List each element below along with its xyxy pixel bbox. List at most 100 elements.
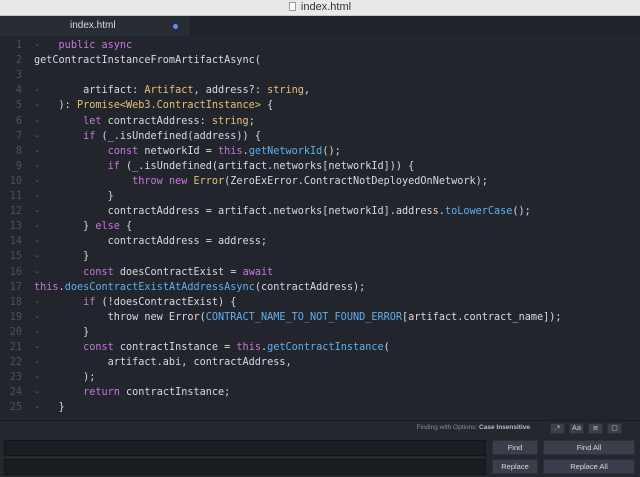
find-replace-panel: Finding with Options: Case Insensitive .… xyxy=(0,420,640,477)
code-token: (); xyxy=(512,206,531,218)
code-token: { xyxy=(119,221,133,233)
code-text: if (!doesContractExist) { xyxy=(34,295,236,310)
code-token: doesContractExist = xyxy=(113,266,243,278)
code-line[interactable]: 4- artifact: Artifact, address?: string, xyxy=(0,83,640,98)
line-number: 20 xyxy=(9,326,22,338)
line-number: 17 xyxy=(9,281,22,293)
code-line[interactable]: 13- } else { xyxy=(0,219,640,234)
line-number: 3 xyxy=(15,70,22,82)
regex-toggle-icon[interactable]: .* xyxy=(550,423,565,434)
code-token: } xyxy=(34,326,90,338)
find-options-row: Finding with Options: Case Insensitive .… xyxy=(0,421,640,437)
code-line[interactable]: 21- const contractInstance = this.getCon… xyxy=(0,340,640,355)
code-token: Artifact xyxy=(144,85,194,97)
code-token: if xyxy=(107,160,120,172)
code-text: let contractAddress: string; xyxy=(34,114,255,129)
line-number: 21 xyxy=(9,342,22,353)
code-line[interactable]: 17 this.doesContractExistAtAddressAsync(c… xyxy=(0,280,640,295)
code-line[interactable]: 10- throw new Error(ZeroExError.Contract… xyxy=(0,174,640,189)
code-text: contractAddress = address; xyxy=(34,234,267,249)
code-line[interactable]: 14- contractAddress = address; xyxy=(0,234,640,249)
line-number: 18 xyxy=(9,296,22,308)
find-button[interactable]: Find xyxy=(492,440,538,455)
modified-dot-icon[interactable] xyxy=(173,24,178,29)
code-token: public async xyxy=(58,40,133,51)
code-token: (_.isUndefined(artifact.networks[network… xyxy=(119,160,415,172)
title-bar: index.html xyxy=(0,0,640,16)
code-token: ( xyxy=(383,342,390,353)
case-sensitive-toggle-icon[interactable]: Aa xyxy=(569,423,584,434)
code-token: artifact: xyxy=(34,85,145,97)
code-text: } xyxy=(34,189,114,204)
replace-all-button[interactable]: Replace All xyxy=(543,459,635,474)
find-input[interactable] xyxy=(4,440,486,456)
code-text: getContractInstanceFromArtifactAsync( xyxy=(34,53,261,68)
code-token: (); xyxy=(322,145,341,157)
code-token: getNetworkId xyxy=(248,145,323,157)
code-line[interactable]: 18- if (!doesContractExist) { xyxy=(0,295,640,310)
find-options-label: Finding with Options: Case Insensitive xyxy=(416,424,530,431)
code-text: artifact.abi, contractAddress, xyxy=(34,355,292,370)
code-line[interactable]: 1- public async xyxy=(0,38,640,53)
file-icon xyxy=(288,2,296,11)
code-text: if (_.isUndefined(address)) { xyxy=(34,129,261,144)
code-line[interactable]: 23- ); xyxy=(0,370,640,385)
code-line[interactable]: 5- ): Promise<Web3.ContractInstance> { xyxy=(0,98,640,113)
code-line[interactable]: 19- throw new Error(CONTRACT_NAME_TO_NOT… xyxy=(0,310,640,325)
code-text: ): Promise<Web3.ContractInstance> { xyxy=(34,98,274,113)
window-title: index.html xyxy=(0,1,640,13)
code-line[interactable]: 3 xyxy=(0,68,640,83)
code-line[interactable]: 2 getContractInstanceFromArtifactAsync( xyxy=(0,53,640,68)
code-token: const xyxy=(83,342,114,353)
line-number: 15 xyxy=(9,251,22,263)
code-line[interactable]: 25- } xyxy=(0,400,640,415)
code-editor[interactable]: 1- public async 2 getContractInstanceFromA… xyxy=(0,36,640,420)
code-line[interactable]: 7- if (_.isUndefined(address)) { xyxy=(0,129,640,144)
code-token: (ZeroExError.ContractNotDeployedOnNetwor… xyxy=(224,175,488,187)
code-text: } xyxy=(34,249,89,264)
line-number: 11 xyxy=(9,191,22,202)
code-line[interactable]: 22- artifact.abi, contractAddress, xyxy=(0,355,640,370)
code-token: throw new xyxy=(132,175,188,187)
code-line[interactable]: 20- } xyxy=(0,325,640,340)
code-line[interactable]: 9- if (_.isUndefined(artifact.networks[n… xyxy=(0,159,640,174)
code-text: } else { xyxy=(34,219,132,234)
code-text: } xyxy=(34,325,89,340)
code-line[interactable]: 6- let contractAddress: string; xyxy=(0,114,640,129)
code-token: contractInstance; xyxy=(119,387,231,399)
code-token: (_.isUndefined(address)) { xyxy=(95,130,261,142)
code-text: const doesContractExist = await xyxy=(34,265,273,280)
line-number: 7 xyxy=(15,130,22,142)
replace-input[interactable] xyxy=(4,459,486,475)
code-token: (!doesContractExist) { xyxy=(95,296,237,308)
find-all-button[interactable]: Find All xyxy=(543,440,635,455)
line-number: 13 xyxy=(9,221,22,233)
in-selection-toggle-icon[interactable]: ▢ xyxy=(607,423,622,434)
code-token: CONTRACT_NAME_TO_NOT_FOUND_ERROR xyxy=(205,311,403,323)
code-line[interactable]: 11- } xyxy=(0,189,640,204)
replace-button[interactable]: Replace xyxy=(492,459,538,474)
code-line[interactable]: 8- const networkId = this.getNetworkId()… xyxy=(0,144,640,159)
code-token: } xyxy=(34,221,96,233)
tab-index-html[interactable]: index.html xyxy=(0,16,190,36)
code-token: contractInstance = xyxy=(113,342,237,353)
code-token: doesContractExistAtAddressAsync xyxy=(64,281,255,293)
code-line[interactable]: 15- } xyxy=(0,249,640,264)
code-token: this xyxy=(34,281,59,293)
code-token: contractAddress = artifact.networks[netw… xyxy=(34,206,445,218)
line-number: 16 xyxy=(9,266,22,278)
code-line[interactable]: 16- const doesContractExist = await xyxy=(0,265,640,280)
line-number: 10 xyxy=(9,175,22,187)
code-line[interactable]: 24- return contractInstance; xyxy=(0,385,640,400)
code-token: ); xyxy=(34,372,96,384)
whole-word-toggle-icon[interactable]: ≡ xyxy=(588,423,603,434)
code-token: , address?: xyxy=(193,85,268,97)
code-line[interactable]: 12- contractAddress = artifact.networks[… xyxy=(0,204,640,219)
